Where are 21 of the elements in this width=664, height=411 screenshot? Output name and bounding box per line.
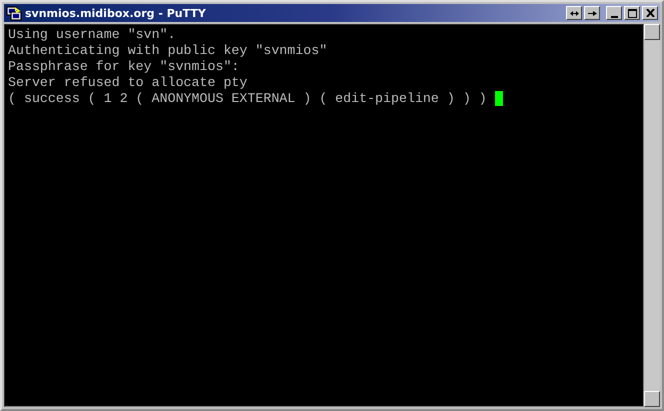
window-title: svnmios.midibox.org - PuTTY (25, 6, 207, 20)
terminal-line: Using username "svn". (8, 26, 176, 42)
minimize-button[interactable] (606, 6, 622, 20)
fullscreen-button[interactable] (566, 6, 582, 20)
terminal-area[interactable]: Using username "svn". Authenticating with public key "svnmios" Passphrase for key "svnmios": Server refused to allocate pty ( success ( 1 2 ( ANONYMOUS EXTERNAL ) ( edit-pipeline ) ) ) (4, 24, 644, 407)
scroll-up-button[interactable] (644, 24, 660, 40)
terminal-line: ( success ( 1 2 ( ANONYMOUS EXTERNAL ) ( edit-pipeline ) ) ) (8, 90, 488, 106)
maximize-icon (628, 8, 636, 18)
terminal-line: Authenticating with public key "svnmios" (8, 42, 328, 58)
arrow-icon (588, 10, 596, 16)
terminal-line: Server refused to allocate pty (8, 74, 248, 90)
scrollbar[interactable] (644, 24, 660, 407)
terminal-line: Passphrase for key "svnmios": (8, 58, 240, 74)
close-button[interactable] (642, 6, 658, 20)
arrow-button[interactable] (584, 6, 600, 20)
scroll-down-button[interactable] (644, 391, 660, 407)
double-arrow-icon (570, 10, 578, 16)
minimize-icon (610, 16, 618, 18)
maximize-button[interactable] (624, 6, 640, 20)
terminal-icon (6, 5, 22, 21)
close-icon (646, 9, 654, 17)
